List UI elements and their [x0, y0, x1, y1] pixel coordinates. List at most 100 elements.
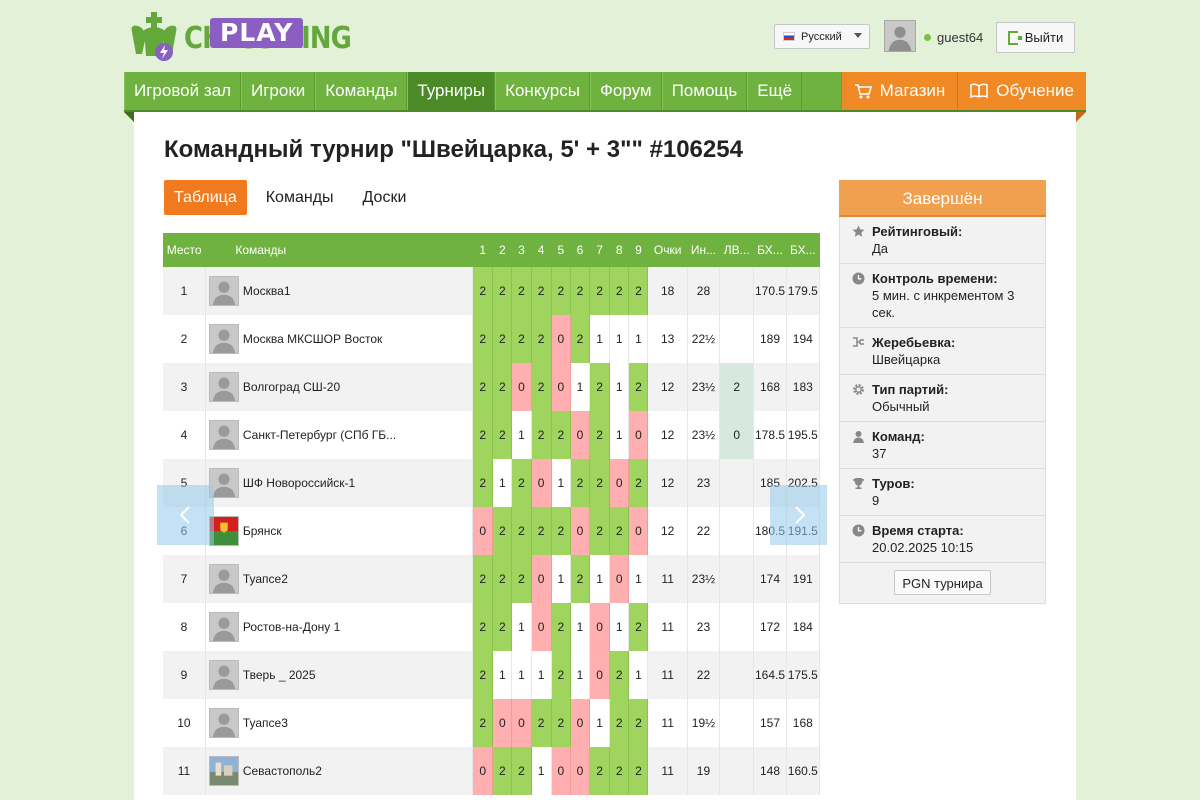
round-result-cell[interactable]: 1 [628, 315, 649, 363]
round-result-cell[interactable]: 2 [609, 651, 630, 699]
round-result-cell[interactable]: 2 [472, 699, 494, 747]
team-cell[interactable]: Брянск [205, 507, 474, 555]
round-result-cell[interactable]: 2 [511, 747, 532, 795]
round-result-cell[interactable]: 1 [511, 411, 532, 459]
header-round-4[interactable]: 4 [531, 233, 552, 267]
team-name-link[interactable]: Туапсе2 [243, 572, 288, 586]
team-name-link[interactable]: Ростов-на-Дону 1 [243, 620, 340, 634]
round-result-cell[interactable]: 0 [628, 507, 649, 555]
header-round-5[interactable]: 5 [551, 233, 571, 267]
round-result-cell[interactable]: 2 [609, 699, 630, 747]
pgn-download-button[interactable]: PGN турнира [894, 570, 991, 595]
header-round-9[interactable]: 9 [628, 233, 648, 267]
round-result-cell[interactable]: 1 [492, 651, 513, 699]
round-result-cell[interactable]: 2 [589, 459, 611, 507]
team-cell[interactable]: Москва МКСШОР Восток [205, 315, 474, 363]
team-cell[interactable]: Москва1 [205, 267, 474, 315]
round-result-cell[interactable]: 1 [492, 459, 513, 507]
round-result-cell[interactable]: 2 [531, 363, 552, 411]
tab-boards[interactable]: Доски [353, 180, 417, 215]
team-cell[interactable]: Ростов-на-Дону 1 [205, 603, 474, 651]
round-result-cell[interactable]: 1 [589, 315, 611, 363]
header-round-2[interactable]: 2 [492, 233, 512, 267]
language-select[interactable]: Русский [774, 24, 870, 49]
round-result-cell[interactable]: 2 [589, 267, 611, 315]
nav-item-lobby[interactable]: Игровой зал [124, 72, 242, 110]
round-result-cell[interactable]: 2 [589, 507, 611, 555]
round-result-cell[interactable]: 1 [511, 651, 532, 699]
round-result-cell[interactable]: 2 [531, 699, 552, 747]
round-result-cell[interactable]: 2 [511, 507, 532, 555]
header-round-1[interactable]: 1 [472, 233, 493, 267]
header-place[interactable]: Место [163, 233, 206, 267]
table-row[interactable]: 6Брянск0222202201222180.5191.5 [163, 507, 821, 555]
team-cell[interactable]: ШФ Новороссийск-1 [205, 459, 474, 507]
round-result-cell[interactable]: 0 [609, 459, 630, 507]
round-result-cell[interactable]: 2 [609, 267, 630, 315]
team-name-link[interactable]: Брянск [243, 524, 282, 538]
round-result-cell[interactable]: 2 [492, 603, 513, 651]
round-result-cell[interactable]: 2 [472, 555, 494, 603]
tab-teams[interactable]: Команды [256, 180, 344, 215]
team-cell[interactable]: Туапсе2 [205, 555, 474, 603]
round-result-cell[interactable]: 2 [570, 459, 591, 507]
username[interactable]: guest64 [937, 30, 983, 45]
logout-button[interactable]: Выйти [996, 22, 1075, 53]
team-name-link[interactable]: Севастополь2 [243, 764, 322, 778]
round-result-cell[interactable]: 1 [628, 555, 649, 603]
round-result-cell[interactable]: 2 [531, 507, 552, 555]
learn-button[interactable]: Обучение [957, 72, 1086, 110]
round-result-cell[interactable]: 2 [589, 747, 611, 795]
round-result-cell[interactable]: 2 [570, 555, 591, 603]
table-row[interactable]: 1 Москва1 2 2 2 2 2 2 2 2 2 18 28 170.5 179.5 [163, 267, 821, 315]
round-result-cell[interactable]: 1 [628, 651, 649, 699]
round-result-cell[interactable]: 2 [492, 555, 513, 603]
team-name-link[interactable]: Москва1 [243, 284, 291, 298]
team-name-link[interactable]: Волгоград СШ-20 [243, 380, 340, 394]
team-cell[interactable]: Тверь _ 2025 [205, 651, 474, 699]
table-row[interactable]: 4 Санкт-Петербург (СПб ГБ... 2 2 1 2 2 0 2 1 0 12 23… [163, 411, 821, 459]
round-result-cell[interactable]: 1 [609, 363, 630, 411]
team-name-link[interactable]: ШФ Новороссийск-1 [243, 476, 355, 490]
round-result-cell[interactable]: 2 [511, 315, 532, 363]
team-name-link[interactable]: Москва МКСШОР Восток [243, 332, 382, 346]
table-row[interactable]: 7 Туапсе2 2 2 2 0 1 2 1 0 1 11 23½ 174 191 [163, 555, 821, 603]
round-result-cell[interactable]: 2 [511, 267, 532, 315]
round-result-cell[interactable]: 2 [492, 747, 513, 795]
round-result-cell[interactable]: 2 [531, 411, 552, 459]
team-cell[interactable]: Санкт-Петербург (СПб ГБ... [205, 411, 474, 459]
round-result-cell[interactable]: 1 [551, 555, 571, 603]
round-result-cell[interactable]: 2 [628, 459, 649, 507]
round-result-cell[interactable]: 2 [472, 363, 494, 411]
round-result-cell[interactable]: 1 [589, 699, 611, 747]
round-result-cell[interactable]: 0 [570, 411, 591, 459]
header-lv[interactable]: ЛВ... [719, 233, 754, 267]
round-result-cell[interactable]: 0 [609, 555, 630, 603]
round-result-cell[interactable]: 2 [551, 411, 571, 459]
table-row[interactable]: 9 Тверь _ 2025 2 1 1 1 2 1 0 2 1 11 22 164.5 175.5 [163, 651, 821, 699]
user-avatar[interactable] [884, 20, 916, 52]
header-buchholz-2[interactable]: БХ... [786, 233, 820, 267]
round-result-cell[interactable]: 0 [570, 699, 591, 747]
round-result-cell[interactable]: 2 [472, 267, 494, 315]
round-result-cell[interactable]: 1 [589, 555, 611, 603]
team-cell[interactable]: Севастополь2 [205, 747, 474, 795]
round-result-cell[interactable]: 2 [589, 411, 611, 459]
round-result-cell[interactable]: 2 [472, 603, 494, 651]
round-result-cell[interactable]: 0 [570, 747, 591, 795]
round-result-cell[interactable]: 1 [609, 315, 630, 363]
round-result-cell[interactable]: 1 [511, 603, 532, 651]
round-result-cell[interactable]: 2 [609, 507, 630, 555]
round-result-cell[interactable]: 0 [589, 603, 611, 651]
table-row[interactable]: 3 Волгоград СШ-20 2 2 0 2 0 1 2 1 2 12 23½ 2 168 183 [163, 363, 821, 411]
round-result-cell[interactable]: 0 [531, 459, 552, 507]
round-result-cell[interactable]: 2 [492, 411, 513, 459]
header-teams[interactable]: Команды [205, 233, 473, 267]
round-result-cell[interactable]: 1 [551, 459, 571, 507]
team-name-link[interactable]: Туапсе3 [243, 716, 288, 730]
round-result-cell[interactable]: 0 [511, 699, 532, 747]
table-row[interactable]: 10 Туапсе3 2 0 0 2 2 0 1 2 2 11 19½ 157 168 [163, 699, 821, 747]
round-result-cell[interactable]: 2 [628, 267, 649, 315]
round-result-cell[interactable]: 2 [570, 267, 591, 315]
round-result-cell[interactable]: 2 [492, 267, 513, 315]
